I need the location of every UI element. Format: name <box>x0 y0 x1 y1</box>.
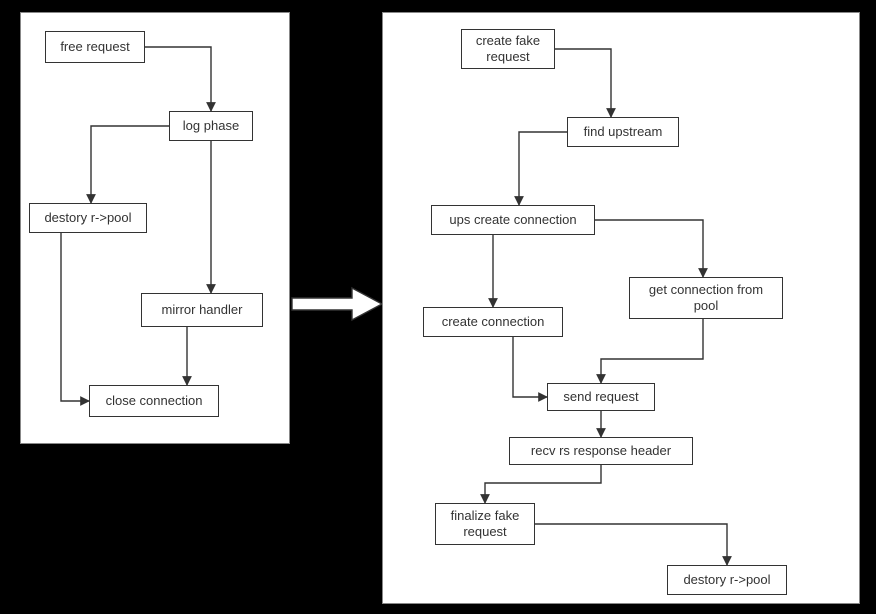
left-panel: free request log phase destory r->pool m… <box>20 12 290 444</box>
node-free-request: free request <box>45 31 145 63</box>
node-destroy-pool-left: destory r->pool <box>29 203 147 233</box>
node-ups-create-connection: ups create connection <box>431 205 595 235</box>
node-close-connection: close connection <box>89 385 219 417</box>
right-panel: create fake request find upstream ups cr… <box>382 12 860 604</box>
node-get-connection-from-pool: get connection from pool <box>629 277 783 319</box>
expand-arrow-icon <box>290 286 384 322</box>
node-finalize-fake-request: finalize fake request <box>435 503 535 545</box>
node-send-request: send request <box>547 383 655 411</box>
node-find-upstream: find upstream <box>567 117 679 147</box>
node-recv-rs-response-header: recv rs response header <box>509 437 693 465</box>
node-create-connection: create connection <box>423 307 563 337</box>
node-destroy-pool-right: destory r->pool <box>667 565 787 595</box>
node-log-phase: log phase <box>169 111 253 141</box>
node-create-fake-request: create fake request <box>461 29 555 69</box>
node-mirror-handler: mirror handler <box>141 293 263 327</box>
